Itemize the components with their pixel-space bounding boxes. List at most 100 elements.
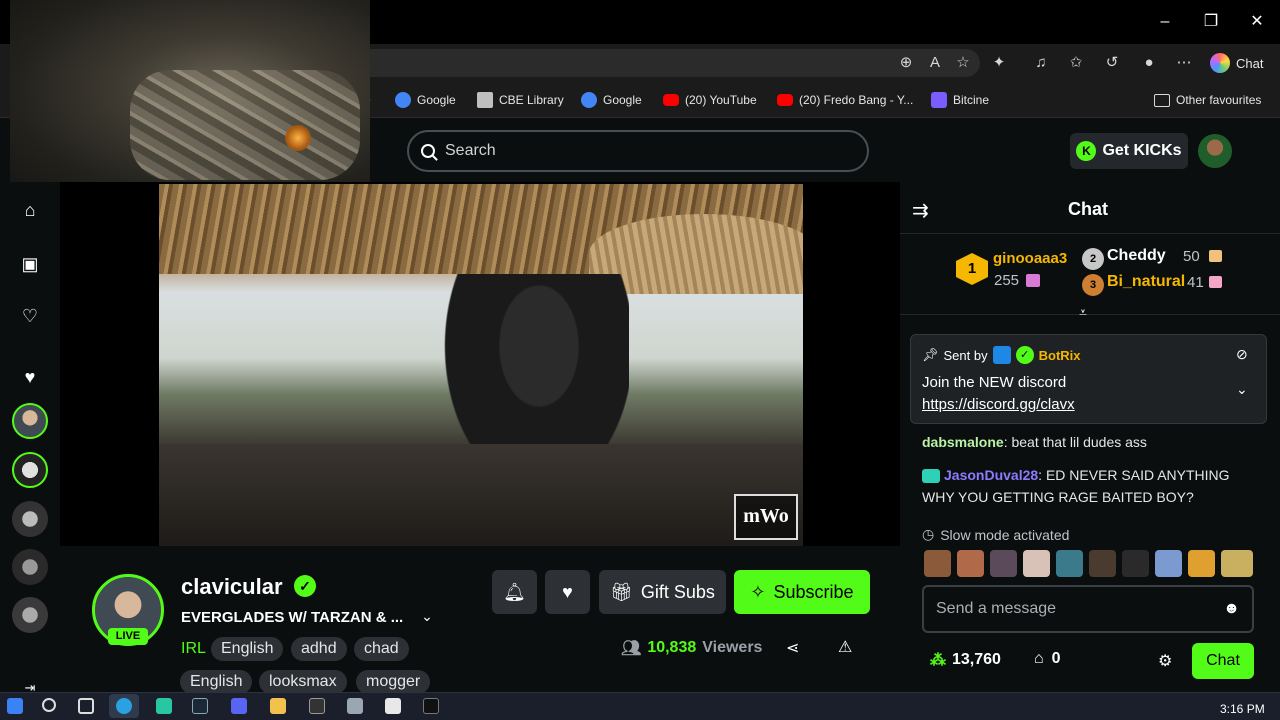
close-window-button[interactable]: ✕ [1242, 10, 1272, 34]
emote-icon[interactable] [1122, 550, 1149, 577]
user-avatar[interactable] [1198, 134, 1232, 168]
stream-tag[interactable]: looksmax [259, 670, 347, 694]
search-icon [421, 144, 435, 158]
read-aloud-icon[interactable]: A [924, 52, 946, 74]
send-chat-button[interactable]: Chat [1192, 643, 1254, 679]
app-icon[interactable] [423, 698, 439, 714]
minimize-button[interactable]: – [1150, 10, 1180, 34]
stream-tag[interactable]: mogger [356, 670, 431, 694]
emote-icon[interactable] [1155, 550, 1182, 577]
botrix-icon [992, 346, 1011, 364]
emote-icon[interactable] [1023, 550, 1050, 577]
bookmark-google-2[interactable]: Google [581, 90, 642, 110]
more-menu-icon[interactable]: ⋯ [1173, 52, 1195, 74]
follow-button[interactable]: ♥ [545, 570, 590, 614]
search-input[interactable] [445, 142, 845, 160]
emote-icon[interactable] [990, 550, 1017, 577]
bookmark-bitcine[interactable]: Bitcine [931, 90, 989, 110]
video-player[interactable]: mWo [159, 184, 803, 546]
collapse-chat-icon[interactable]: ⇉ [912, 198, 929, 223]
google-icon [581, 92, 597, 108]
followed-heart-icon: ♥ [24, 367, 36, 387]
steam-icon[interactable] [192, 698, 208, 714]
rank-2-badge: 2 [1082, 248, 1104, 270]
stream-tag[interactable]: chad [354, 637, 409, 661]
emote-icon[interactable] [1221, 550, 1253, 577]
chat-message-input[interactable] [936, 600, 1224, 618]
search-icon[interactable] [42, 698, 56, 712]
emote-icon[interactable] [1056, 550, 1083, 577]
epic-games-icon[interactable] [309, 698, 325, 714]
followed-channel-avatar[interactable] [12, 403, 48, 439]
emoji-icon[interactable]: ☻ [1223, 600, 1240, 618]
discord-icon[interactable] [231, 698, 247, 714]
app-icon[interactable] [347, 698, 363, 714]
youtube-icon [777, 94, 793, 106]
leader-2-name[interactable]: Cheddy [1107, 247, 1166, 265]
bookmark-youtube[interactable]: (20) YouTube [663, 90, 757, 110]
followed-channel-avatar[interactable] [12, 549, 48, 585]
chat-input-box[interactable]: ☻ [922, 585, 1254, 633]
gift-icon [1026, 274, 1040, 287]
subscribe-button[interactable]: ✧ Subscribe [734, 570, 870, 614]
address-bar[interactable] [360, 49, 980, 77]
chat-username[interactable]: JasonDuval28 [944, 467, 1038, 483]
browse-icon[interactable]: ▣ [18, 252, 42, 276]
maximize-button[interactable]: ❐ [1196, 10, 1226, 34]
following-icon[interactable]: ♡ [18, 304, 42, 328]
followed-channel-avatar[interactable] [12, 597, 48, 633]
channel-name[interactable]: clavicular [181, 574, 283, 600]
emote-icon[interactable] [1089, 550, 1116, 577]
copilot-button[interactable]: Chat [1210, 52, 1263, 74]
media-icon[interactable]: ♫ [1030, 52, 1052, 74]
home-icon[interactable]: ⌂ [18, 198, 42, 222]
extensions-icon[interactable]: ✦ [988, 52, 1010, 74]
windows-start-icon[interactable] [7, 698, 23, 714]
chat-settings-icon[interactable]: ⚙ [1158, 651, 1172, 671]
stream-category[interactable]: IRL [181, 640, 206, 658]
chevron-down-icon[interactable]: ⌄ [1236, 381, 1248, 398]
emote-icon[interactable] [957, 550, 984, 577]
bookmark-fredo-bang[interactable]: (20) Fredo Bang - Y... [777, 90, 913, 110]
file-explorer-icon[interactable] [270, 698, 286, 714]
points-icon: ⁂ [930, 652, 946, 669]
app-icon[interactable] [156, 698, 172, 714]
followed-channel-avatar[interactable] [12, 452, 48, 488]
emote-icon[interactable] [924, 550, 951, 577]
emote-icon[interactable] [1188, 550, 1215, 577]
collapse-leaderboard-icon[interactable]: ⩡ [1079, 304, 1087, 321]
history-icon[interactable]: ↺ [1101, 52, 1123, 74]
profile-icon[interactable]: ● [1138, 52, 1160, 74]
favorites-icon[interactable]: ✩ [1065, 52, 1087, 74]
pinned-link[interactable]: https://discord.gg/clavx [922, 396, 1075, 413]
viewers-icon: 👥︎ [621, 640, 642, 657]
chevron-down-icon[interactable]: ⌄ [418, 608, 436, 626]
leader-1-count: 255 [994, 272, 1020, 289]
bookmark-cbe-library[interactable]: CBE Library [477, 90, 564, 110]
notification-bell-button[interactable]: 🔔︎ [492, 570, 537, 614]
hide-pin-icon[interactable]: ⊘ [1236, 346, 1248, 363]
report-icon[interactable]: ⚠ [838, 637, 852, 657]
pinned-sender[interactable]: BotRix [1039, 348, 1081, 363]
gift-subs-button[interactable]: 🎁︎ Gift Subs [599, 570, 726, 614]
leader-3-name[interactable]: Bi_natural [1107, 273, 1185, 291]
get-kicks-label: Get KICKs [1102, 142, 1182, 159]
followed-channel-avatar[interactable] [12, 501, 48, 537]
search-bar[interactable] [407, 130, 869, 172]
get-kicks-button[interactable]: K Get KICKs [1070, 133, 1188, 169]
store-button[interactable]: ⌂ 0 [1034, 650, 1061, 668]
bookmark-other-favourites[interactable]: Other favourites [1154, 90, 1261, 110]
stream-tag[interactable]: English [211, 637, 284, 661]
leader-1-name[interactable]: ginooaaa3 [993, 250, 1067, 267]
bookmark-google-1[interactable]: Google [395, 90, 456, 110]
store-icon[interactable] [385, 698, 401, 714]
heart-icon: ♥ [562, 581, 573, 602]
stream-tag[interactable]: adhd [291, 637, 347, 661]
channel-points[interactable]: ⁂ 13,760 [930, 650, 1001, 670]
zoom-icon[interactable]: ⊕ [895, 52, 917, 74]
favorite-star-icon[interactable]: ☆ [952, 52, 974, 74]
chat-username[interactable]: dabsmalone [922, 434, 1004, 450]
stream-tag[interactable]: English [180, 670, 253, 694]
share-icon[interactable]: ⋖ [786, 638, 799, 658]
task-view-icon[interactable] [78, 698, 94, 714]
